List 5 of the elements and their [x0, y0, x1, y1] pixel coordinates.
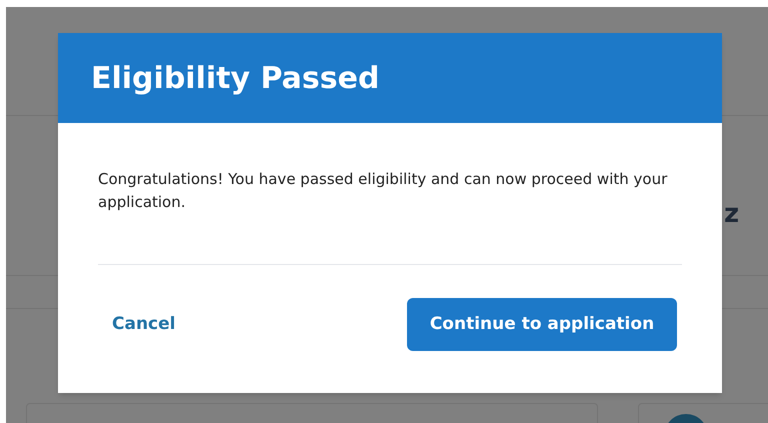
cancel-link[interactable]: Cancel: [112, 312, 176, 338]
continue-button[interactable]: Continue to application: [407, 298, 677, 351]
heading-letter: z: [724, 198, 740, 231]
dialog-message: Congratulations! You have passed eligibility and can now proceed with your application.: [98, 169, 668, 213]
dialog-title: Eligibility Passed: [91, 60, 380, 98]
